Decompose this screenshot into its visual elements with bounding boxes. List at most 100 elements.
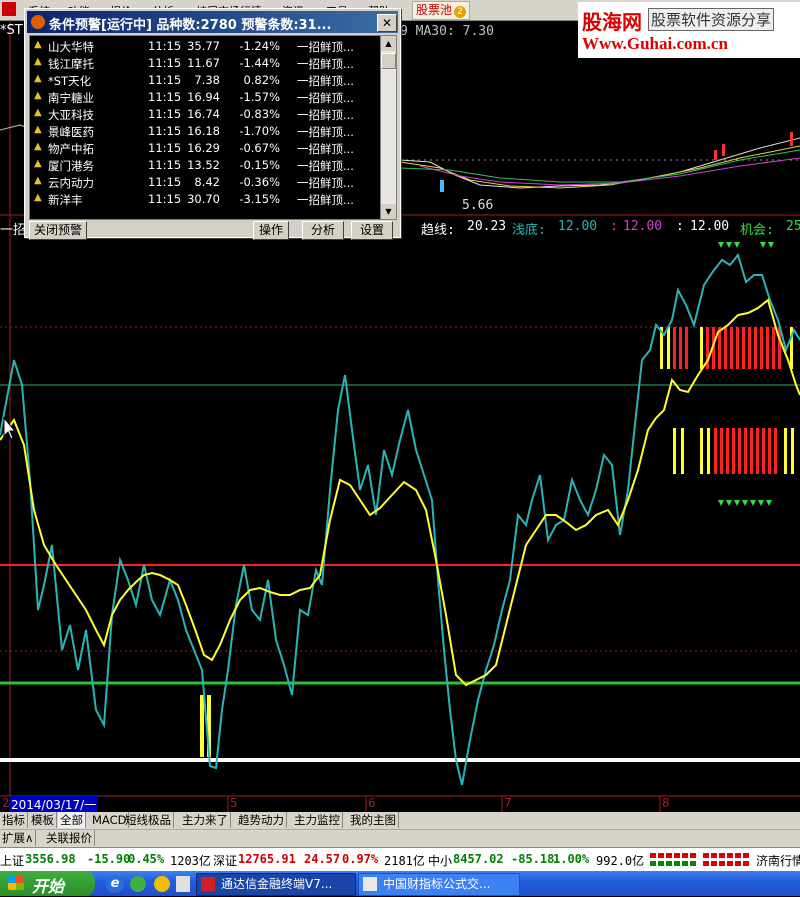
cursor-date-label: 2014/03/17/一	[9, 796, 99, 813]
up-arrow-icon: ▲	[34, 124, 42, 135]
alert-list-scrollbar[interactable]: ▲ ▼	[380, 35, 397, 220]
indicator-tabs: 指标 模板 全部 MACD 短线极品 主力来了 趋势动力 主力监控 我的主图	[0, 812, 800, 829]
top-signal-bars	[660, 327, 794, 474]
tab-my-main-chart[interactable]: 我的主图	[348, 812, 399, 828]
strategy-name: 一招鲜顶...	[297, 108, 354, 122]
value-3: 12.00	[690, 219, 730, 234]
close-dialog-button[interactable]: ✕	[377, 14, 397, 32]
start-label: 开始	[32, 877, 65, 896]
tab-trend-power[interactable]: 趋势动力	[236, 812, 287, 828]
tab-main-monitor[interactable]: 主力监控	[292, 812, 343, 828]
up-arrow-icon: ▲	[34, 90, 42, 101]
stock-pool-badge: 2	[454, 6, 467, 18]
up-arrow-icon: ▲	[34, 107, 42, 118]
stock-change: 0.82%	[243, 73, 280, 87]
tab-all[interactable]: 全部	[58, 812, 86, 828]
index-ticker: 上证 3556.98 -15.90 0.45% 1203亿 深证 12765.9…	[0, 847, 800, 872]
stock-name: 钱江摩托	[48, 57, 94, 71]
up-arrow-icon: ▲	[34, 175, 42, 186]
stock-change: -0.36%	[239, 175, 280, 189]
close-alert-button[interactable]: 关闭预警	[29, 221, 87, 240]
tab-indicator[interactable]: 指标	[0, 812, 28, 828]
list-item[interactable]: ▲ 大亚科技 11:15 16.74 -0.83% 一招鲜顶...	[30, 106, 380, 123]
up-arrow-icon: ▲	[34, 141, 42, 152]
list-item[interactable]: ▲ 景峰医药 11:15 16.18 -1.70% 一招鲜顶...	[30, 123, 380, 140]
windows-taskbar: 开始 e 通达信金融终端V7... 中国财指标公式交...	[0, 871, 800, 896]
operate-button[interactable]: 操作	[253, 221, 289, 240]
windows-logo-icon	[8, 876, 24, 890]
stock-pool-button[interactable]: 股票池 2	[412, 1, 471, 20]
list-item[interactable]: ▲ 厦门港务 11:15 13.52 -0.15% 一招鲜顶...	[30, 157, 380, 174]
list-item[interactable]: ▲ *ST天化 11:15 7.38 0.82% 一招鲜顶...	[30, 72, 380, 89]
scroll-up-icon[interactable]: ▲	[381, 36, 396, 51]
up-arrow-icon: ▲	[34, 39, 42, 50]
ma30-label: 9 MA30: 7.30	[400, 24, 494, 39]
alert-list[interactable]: ▲ 山大华特 11:15 35.77 -1.24% 一招鲜顶... ▲ 钱江摩托 11:15 1…	[29, 35, 381, 220]
list-item[interactable]: ▲ 新洋丰 11:15 30.70 -3.15% 一招鲜顶...	[30, 191, 380, 208]
stock-price: 16.94	[187, 90, 220, 104]
list-item[interactable]: ▲ 物产中拓 11:15 16.29 -0.67% 一招鲜顶...	[30, 140, 380, 157]
start-button[interactable]: 开始	[0, 871, 95, 896]
sep-1: :	[610, 219, 618, 234]
value-2: 12.00	[623, 219, 663, 234]
stock-change: -0.15%	[239, 158, 280, 172]
stock-name: 新洋丰	[48, 193, 83, 207]
alert-time: 11:15	[148, 90, 182, 104]
tab-short-term[interactable]: 短线极品	[123, 812, 174, 828]
taskbar-app-formula[interactable]: 中国财指标公式交...	[358, 873, 520, 896]
sh-label: 上证	[0, 854, 25, 868]
sz-volume: 2181亿	[384, 854, 425, 868]
list-item[interactable]: ▲ 云内动力 11:15 8.42 -0.36% 一招鲜顶...	[30, 174, 380, 191]
stock-change: -1.44%	[239, 56, 280, 70]
alert-time: 11:15	[148, 56, 182, 70]
trend-value: 20.23	[467, 219, 507, 234]
quicklaunch-yellow-icon[interactable]	[154, 876, 170, 892]
quicklaunch-doc-icon[interactable]	[176, 876, 190, 892]
stock-name: 大亚科技	[48, 108, 94, 122]
related-quote-button[interactable]: 关联报价	[44, 830, 95, 846]
analyze-button[interactable]: 分析	[302, 221, 344, 240]
watermark-logo: 股海网 股票软件资源分享 Www.Guhai.com.cn	[578, 2, 800, 58]
stock-name: *ST天化	[48, 74, 92, 88]
dialog-titlebar[interactable]: 条件预警[运行中] 品种数:2780 预警条数:31... ✕	[27, 11, 398, 33]
strategy-name: 一招鲜顶...	[297, 159, 354, 173]
app-logo-icon	[2, 2, 16, 16]
chance-label: 机会:	[740, 223, 774, 238]
scroll-down-icon[interactable]: ▼	[381, 204, 396, 219]
strategy-name: 一招鲜顶...	[297, 40, 354, 54]
date-tick-1: 5	[230, 796, 238, 810]
settings-button[interactable]: 设置	[351, 221, 393, 240]
list-item[interactable]: ▲ 钱江摩托 11:15 11.67 -1.44% 一招鲜顶...	[30, 55, 380, 72]
tab-template[interactable]: 模板	[29, 812, 57, 828]
quicklaunch-green-icon[interactable]	[130, 876, 146, 892]
date-tick-4: 8	[662, 796, 670, 810]
tab-main-force[interactable]: 主力来了	[180, 812, 231, 828]
zx-pct: 1.00%	[553, 852, 590, 866]
condition-alert-dialog: 条件预警[运行中] 品种数:2780 预警条数:31... ✕ ▲ 山大华特 11:…	[24, 8, 401, 240]
sz-value: 12765.91	[238, 852, 296, 866]
stock-pool-label: 股票池	[416, 3, 453, 17]
up-arrow-icon: ▲	[34, 73, 42, 84]
sep-2: :	[676, 219, 684, 234]
zx-change: -85.18	[511, 852, 555, 866]
list-item[interactable]: ▲ 山大华特 11:15 35.77 -1.24% 一招鲜顶...	[30, 38, 380, 55]
scroll-thumb[interactable]	[381, 53, 396, 69]
zx-value: 8457.02	[453, 852, 504, 866]
stock-change: -0.67%	[239, 141, 280, 155]
date-tick-2: 6	[368, 796, 376, 810]
zx-volume: 992.0亿	[596, 854, 645, 868]
stock-title: *ST	[0, 23, 23, 38]
stock-price: 16.29	[187, 141, 220, 155]
taskbar-app-tdx[interactable]: 通达信金融终端V7...	[196, 873, 356, 896]
stock-price: 16.74	[187, 107, 220, 121]
expand-bar: 扩展∧ 关联报价	[0, 829, 800, 847]
alert-time: 11:15	[148, 107, 182, 121]
server-label[interactable]: 济南行情	[756, 852, 800, 869]
list-item[interactable]: ▲ 南宁糖业 11:15 16.94 -1.57% 一招鲜顶...	[30, 89, 380, 106]
alert-time: 11:15	[148, 192, 182, 206]
watermark-tagline: 股票软件资源分享	[648, 8, 775, 31]
sz-change: 24.57	[304, 852, 341, 866]
expand-button[interactable]: 扩展∧	[0, 830, 37, 846]
ie-icon[interactable]: e	[106, 875, 124, 893]
strategy-name: 一招鲜顶...	[297, 142, 354, 156]
